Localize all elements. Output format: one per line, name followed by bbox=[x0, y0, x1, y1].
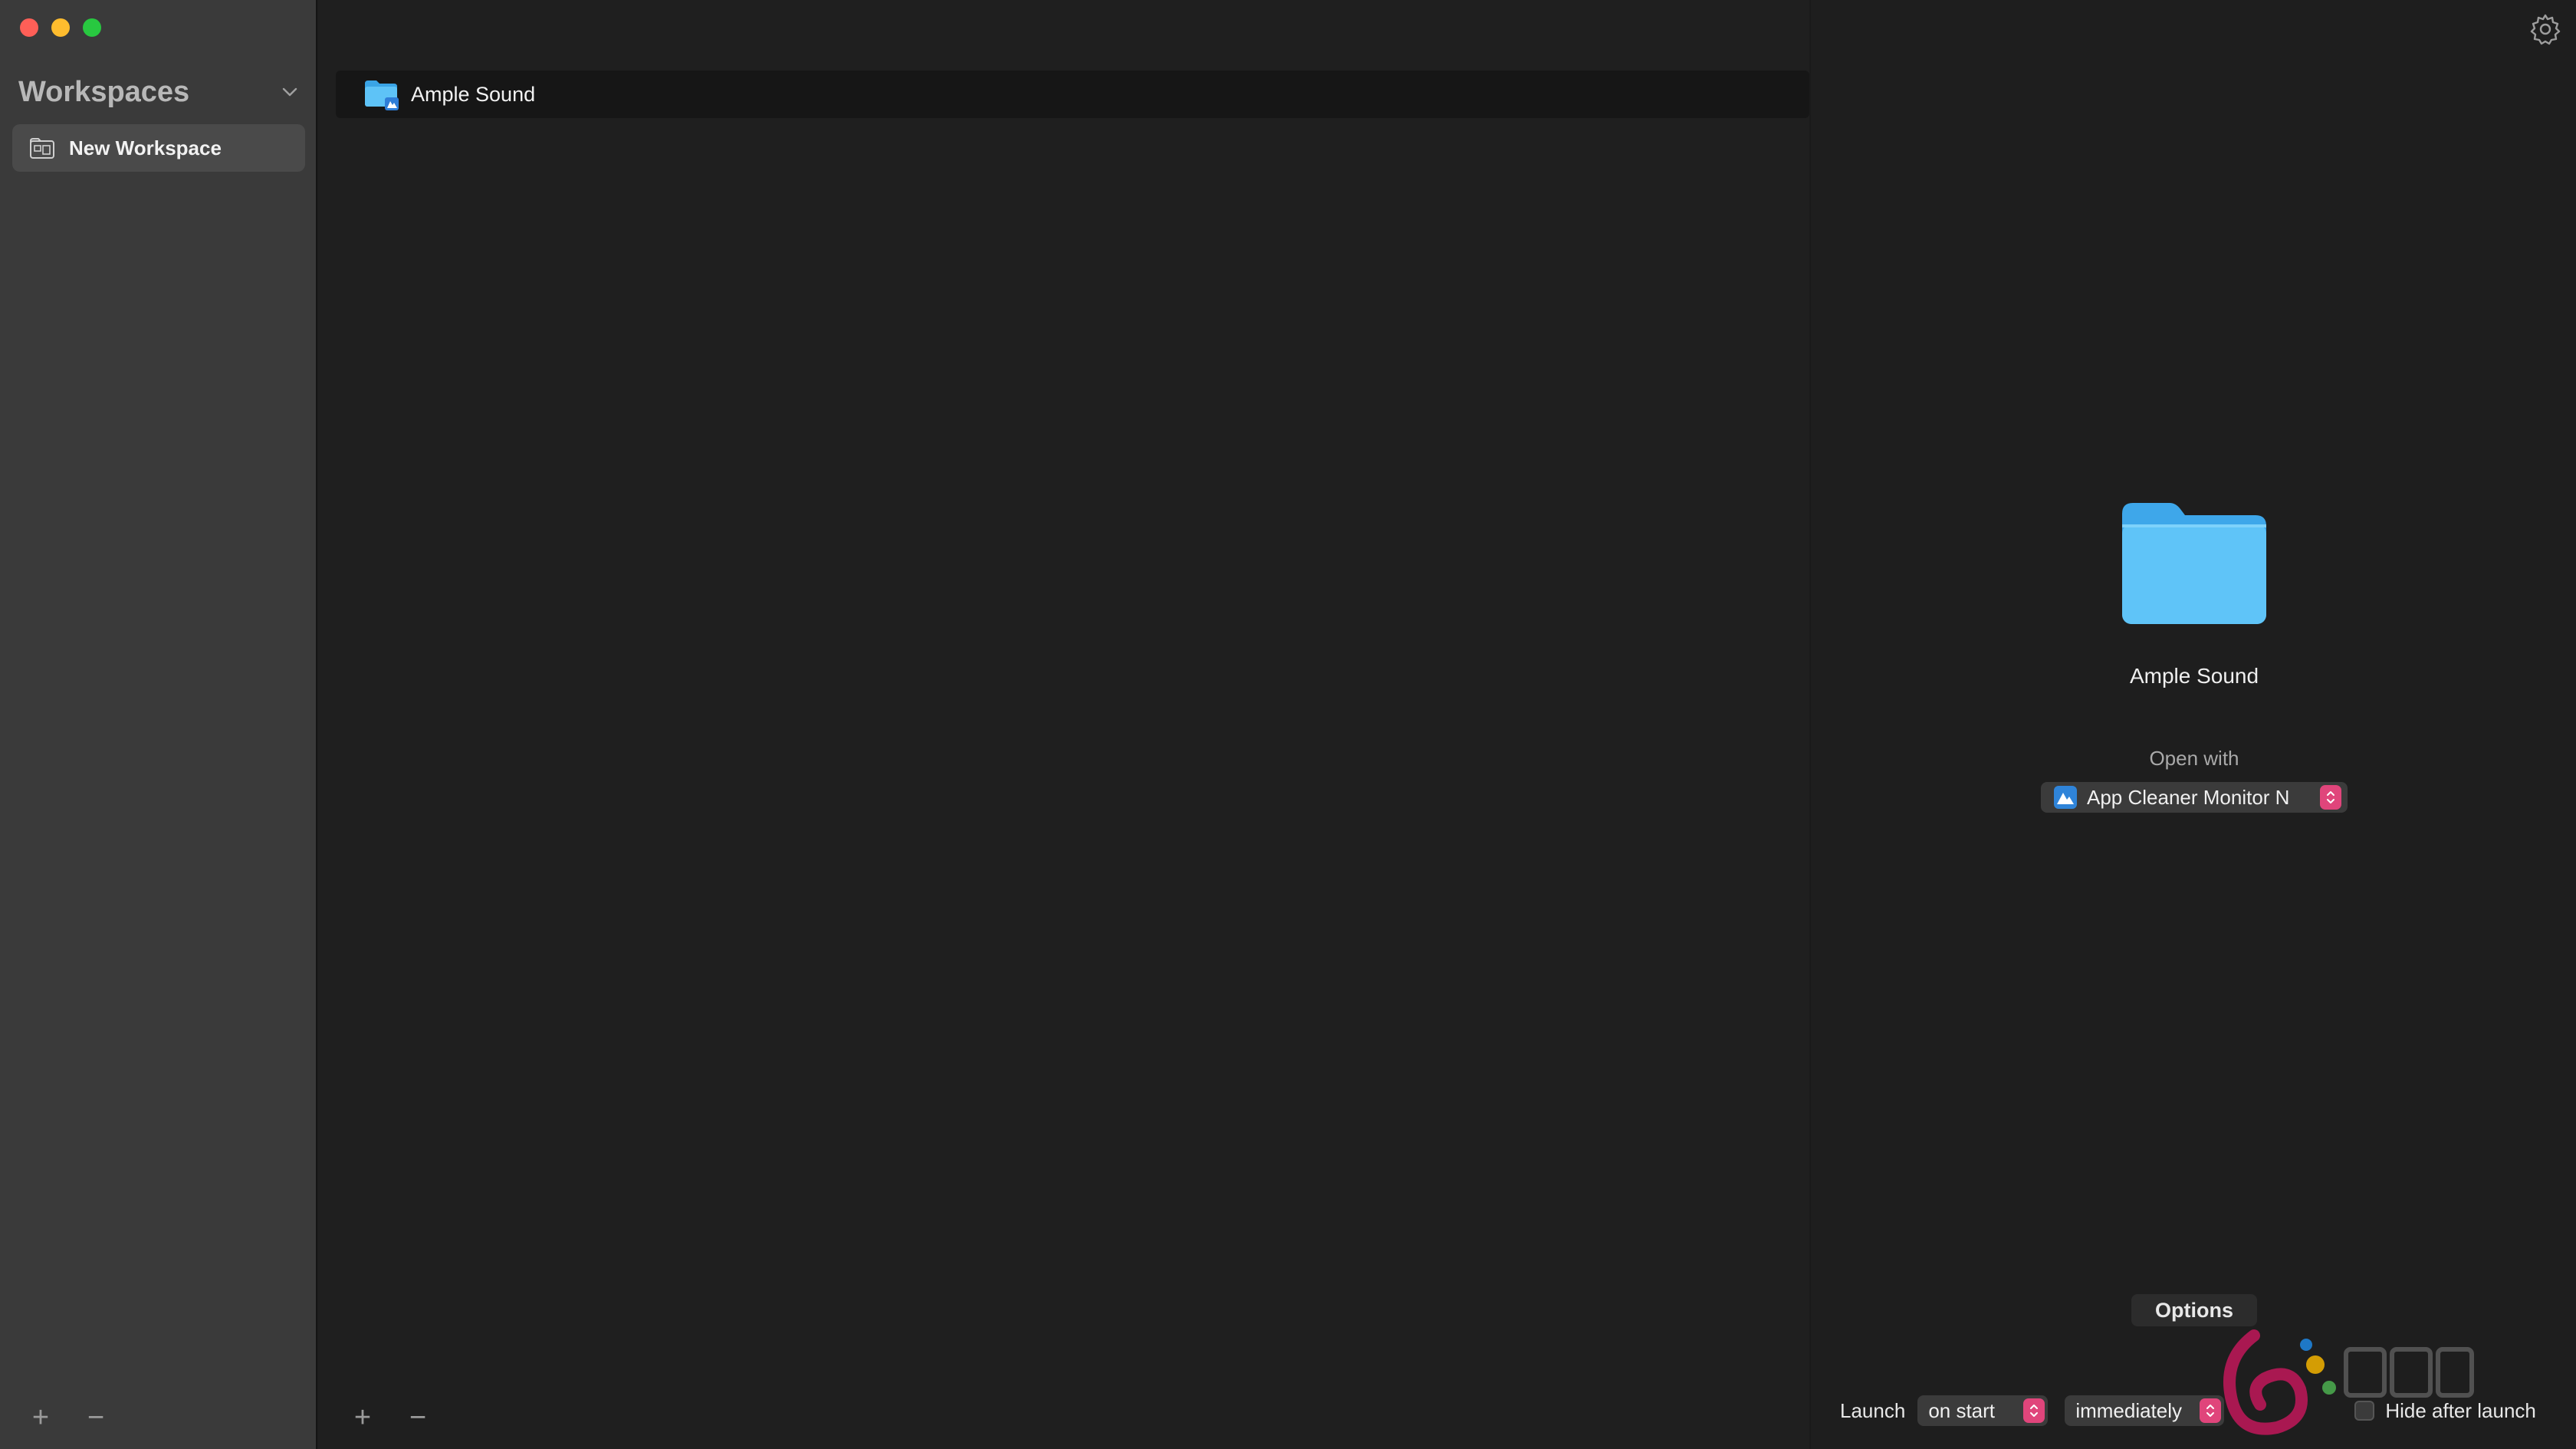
sidebar-footer: + − bbox=[29, 1403, 107, 1432]
open-with-stepper[interactable] bbox=[2320, 785, 2341, 810]
zoom-window-button[interactable] bbox=[83, 18, 101, 37]
window-controls bbox=[20, 18, 101, 37]
launch-when-stepper[interactable] bbox=[2023, 1398, 2045, 1423]
chevron-updown-icon bbox=[2327, 791, 2334, 803]
detail-pane: Ample Sound Open with App Cleaner Monito… bbox=[1809, 0, 2576, 1449]
launch-delay-value: immediately bbox=[2075, 1398, 2183, 1422]
app-window: Workspaces New Workspace + − Ample Sound… bbox=[0, 0, 2576, 1449]
open-with-select[interactable]: App Cleaner Monitor N bbox=[2041, 782, 2348, 813]
folder-icon bbox=[365, 80, 399, 110]
launch-label: Launch bbox=[1840, 1398, 1906, 1422]
folder-icon bbox=[2122, 503, 2266, 624]
chevron-down-icon[interactable] bbox=[281, 83, 299, 101]
remove-workspace-button[interactable]: − bbox=[84, 1403, 107, 1432]
sidebar-item-label: New Workspace bbox=[69, 136, 222, 159]
chevron-updown-icon bbox=[2030, 1405, 2039, 1417]
list-footer: + − bbox=[351, 1403, 429, 1432]
item-name: Ample Sound bbox=[2129, 664, 2259, 688]
workspaces-header[interactable]: Workspaces bbox=[18, 71, 302, 113]
minimize-window-button[interactable] bbox=[51, 18, 70, 37]
sidebar: Workspaces New Workspace + − bbox=[0, 0, 317, 1449]
list-item-label: Ample Sound bbox=[411, 82, 536, 106]
launch-when-value: on start bbox=[1928, 1398, 1996, 1422]
open-with-label: Open with bbox=[2149, 747, 2239, 770]
open-with-value: App Cleaner Monitor N bbox=[2087, 785, 2290, 809]
close-window-button[interactable] bbox=[20, 18, 38, 37]
watermark-logo bbox=[2223, 1329, 2474, 1435]
launch-when-select[interactable]: on start bbox=[1917, 1395, 2049, 1426]
workspace-icon bbox=[30, 138, 54, 159]
list-item[interactable]: Ample Sound bbox=[336, 71, 1809, 118]
sidebar-item-new-workspace[interactable]: New Workspace bbox=[12, 124, 305, 172]
add-item-button[interactable]: + bbox=[351, 1403, 374, 1432]
item-list-pane: Ample Sound + − bbox=[319, 0, 1809, 1449]
add-workspace-button[interactable]: + bbox=[29, 1403, 52, 1432]
app-cleaner-icon bbox=[2054, 786, 2077, 809]
gear-icon[interactable] bbox=[2528, 12, 2562, 46]
workspaces-title: Workspaces bbox=[18, 75, 190, 108]
remove-item-button[interactable]: − bbox=[406, 1403, 429, 1432]
tab-options[interactable]: Options bbox=[2131, 1294, 2257, 1326]
